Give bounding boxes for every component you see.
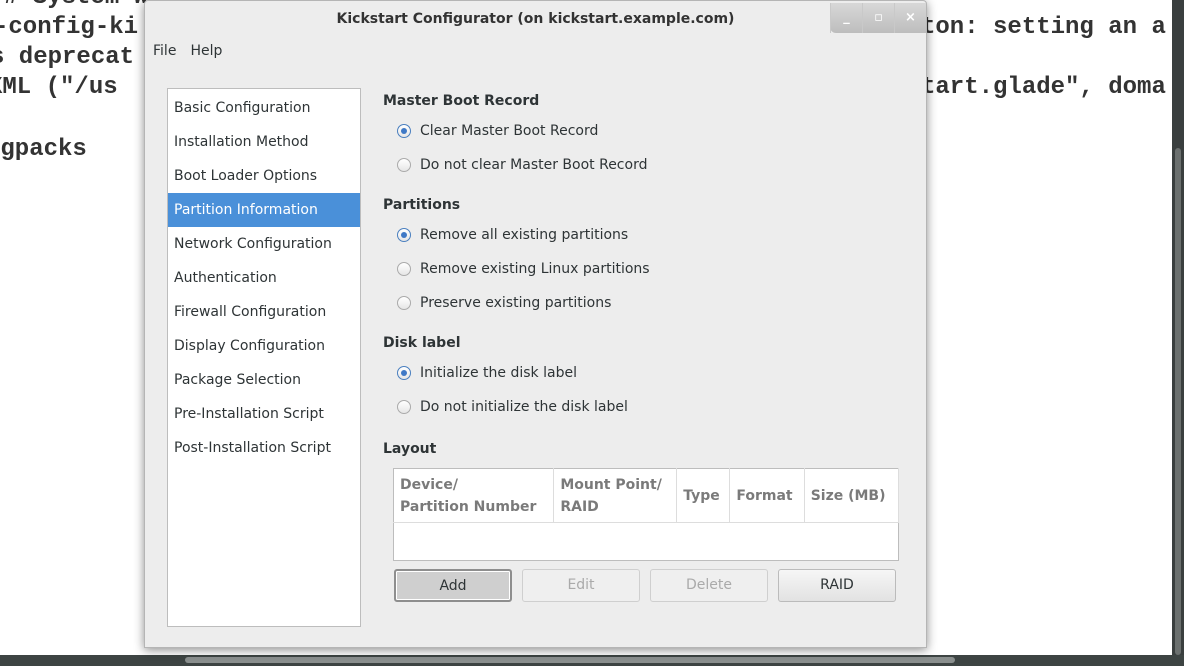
- terminal-line: ton: setting an a: [921, 14, 1166, 41]
- terminal-line: s deprecat: [0, 44, 135, 71]
- sidebar-item[interactable]: Pre-Installation Script: [168, 397, 360, 431]
- sidebar-item[interactable]: Network Configuration: [168, 227, 360, 261]
- sidebar: Basic Configuration Installation Method Bo…: [167, 88, 361, 627]
- terminal-scrollbar[interactable]: [1172, 0, 1184, 655]
- scrollbar-thumb[interactable]: [1175, 148, 1181, 655]
- radio-button[interactable]: [397, 400, 411, 414]
- radio-label: Remove existing Linux partitions: [420, 261, 650, 277]
- menu-help[interactable]: Help: [190, 43, 222, 59]
- sidebar-item[interactable]: Display Configuration: [168, 329, 360, 363]
- raid-button[interactable]: RAID: [778, 569, 896, 602]
- radio-button[interactable]: [397, 158, 411, 172]
- sidebar-item[interactable]: Boot Loader Options: [168, 159, 360, 193]
- radio-label: Preserve existing partitions: [420, 295, 612, 311]
- column-header[interactable]: Device/ Partition Number: [393, 468, 555, 523]
- column-header[interactable]: Size (MB): [804, 468, 900, 523]
- radio-option[interactable]: Remove existing Linux partitions: [383, 252, 903, 286]
- radio-button[interactable]: [397, 366, 411, 380]
- column-header[interactable]: Format: [729, 468, 805, 523]
- radio-button[interactable]: [397, 124, 411, 138]
- radio-option[interactable]: Preserve existing partitions: [383, 286, 903, 320]
- layout-heading: Layout: [383, 441, 437, 457]
- edit-button[interactable]: Edit: [522, 569, 640, 602]
- add-button[interactable]: Add: [394, 569, 512, 602]
- sidebar-item[interactable]: Authentication: [168, 261, 360, 295]
- disklabel-heading: Disk label: [383, 335, 461, 351]
- close-button[interactable]: ×: [894, 3, 926, 33]
- radio-option[interactable]: Do not initialize the disk label: [383, 390, 903, 424]
- horizontal-scrollbar[interactable]: [0, 655, 1184, 666]
- sidebar-item[interactable]: Post-Installation Script: [168, 431, 360, 465]
- radio-label: Initialize the disk label: [420, 365, 577, 381]
- sidebar-item[interactable]: Firewall Configuration: [168, 295, 360, 329]
- mbr-heading: Master Boot Record: [383, 93, 540, 109]
- window-title: Kickstart Configurator (on kickstart.exa…: [336, 11, 735, 27]
- radio-button[interactable]: [397, 228, 411, 242]
- terminal-line: ngpacks: [0, 136, 87, 163]
- terminal-line: XML ("/us: [0, 74, 118, 101]
- partition-panel: Master Boot Record Clear Master Boot Rec…: [383, 88, 903, 602]
- delete-button[interactable]: Delete: [650, 569, 768, 602]
- sidebar-item[interactable]: Package Selection: [168, 363, 360, 397]
- terminal-line: -config-ki: [0, 14, 139, 41]
- radio-option[interactable]: Remove all existing partitions: [383, 218, 903, 252]
- partition-table[interactable]: Device/ Partition Number Mount Point/ RAI…: [393, 468, 900, 561]
- radio-button[interactable]: [397, 262, 411, 276]
- scrollbar-thumb[interactable]: [185, 657, 955, 663]
- maximize-button[interactable]: ▫: [862, 3, 894, 33]
- radio-label: Do not initialize the disk label: [420, 399, 628, 415]
- radio-label: Clear Master Boot Record: [420, 123, 599, 139]
- sidebar-item[interactable]: Installation Method: [168, 125, 360, 159]
- menu-file[interactable]: File: [153, 43, 176, 59]
- kickstart-window: Kickstart Configurator (on kickstart.exa…: [144, 0, 927, 648]
- radio-option[interactable]: Initialize the disk label: [383, 356, 903, 390]
- column-header[interactable]: Mount Point/ RAID: [553, 468, 678, 523]
- radio-label: Remove all existing partitions: [420, 227, 629, 243]
- radio-option[interactable]: Do not clear Master Boot Record: [383, 148, 903, 182]
- terminal-line: tart.glade", doma: [921, 74, 1166, 101]
- radio-option[interactable]: Clear Master Boot Record: [383, 114, 903, 148]
- empty-row: [394, 523, 899, 561]
- column-header[interactable]: Type: [676, 468, 731, 523]
- partitions-heading: Partitions: [383, 197, 461, 213]
- radio-button[interactable]: [397, 296, 411, 310]
- menu-bar: File Help: [153, 43, 222, 59]
- sidebar-item[interactable]: Partition Information: [168, 193, 360, 227]
- minimize-button[interactable]: _: [830, 3, 862, 33]
- radio-label: Do not clear Master Boot Record: [420, 157, 648, 173]
- sidebar-item[interactable]: Basic Configuration: [168, 91, 360, 125]
